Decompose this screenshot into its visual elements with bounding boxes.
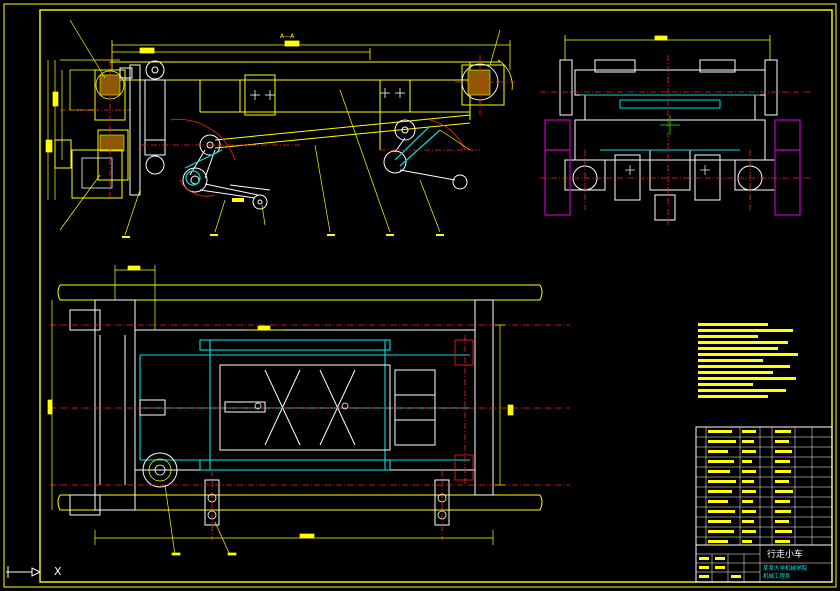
ucs-axis-x-label: X (54, 565, 62, 578)
drawing-title: 行走小车 (767, 548, 803, 560)
section-label: A—A (280, 33, 295, 40)
cad-model-space[interactable]: A—A 行走小车 某某大学机械学院 机械工程系 X (0, 0, 840, 591)
title-block-line2: 机械工程系 (763, 572, 791, 580)
title-block-line1: 某某大学机械学院 (763, 564, 808, 572)
